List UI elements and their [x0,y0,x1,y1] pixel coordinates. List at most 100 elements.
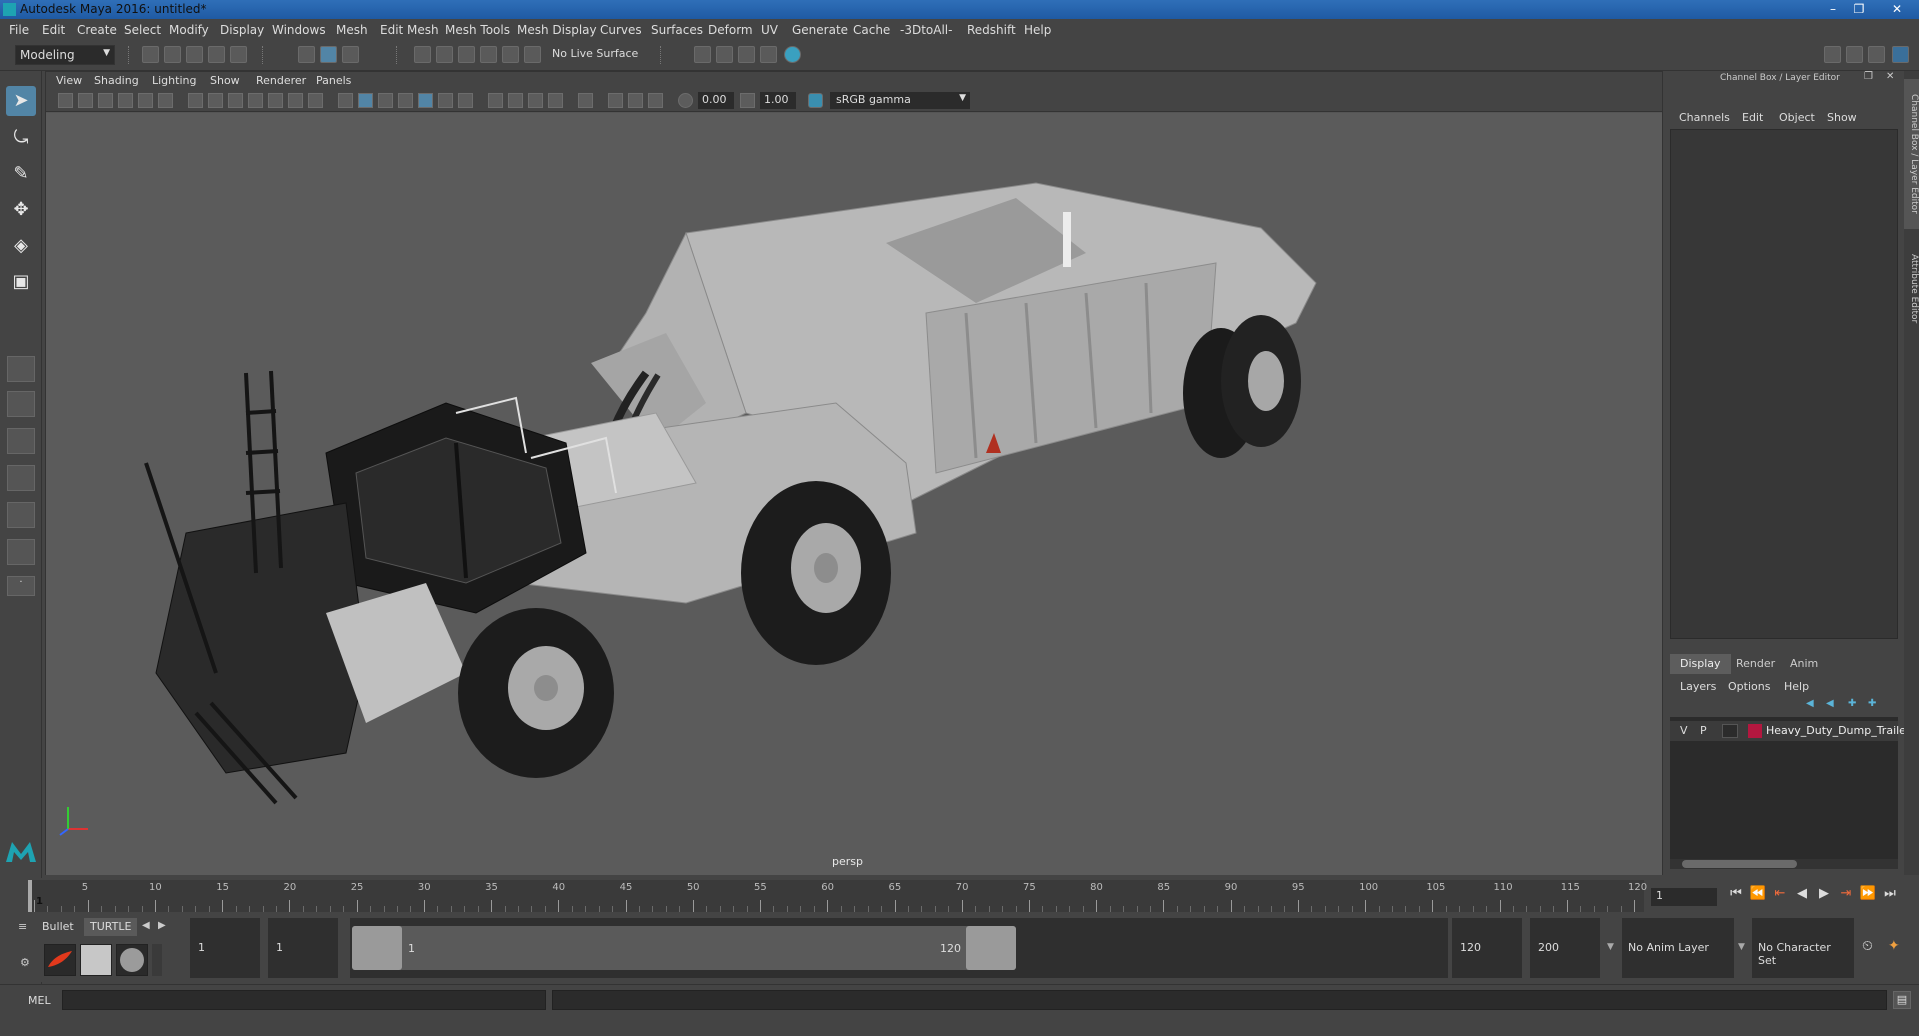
select-object-icon[interactable] [320,46,337,63]
menu-3dtoall[interactable]: -3DtoAll- [900,23,952,37]
wireframe-icon[interactable] [338,93,353,108]
gate-mask-icon[interactable] [248,93,263,108]
select-hierarchy-icon[interactable] [298,46,315,63]
channels-menu[interactable]: Channels [1679,111,1730,124]
menu-curves[interactable]: Curves [600,23,642,37]
step-forward-key-icon[interactable]: ⇥ [1837,886,1855,906]
maximize-button[interactable]: ❐ [1846,0,1872,18]
step-back-key-icon[interactable]: ⇤ [1771,886,1789,906]
gamma-field[interactable]: 1.00 [760,92,796,109]
image-plane-icon[interactable] [118,93,133,108]
select-tool-button[interactable]: ➤ [6,86,36,116]
playback-end-field[interactable]: 120 [1452,918,1522,978]
shelf-scrollbar[interactable] [152,944,162,976]
tab-channel-box-layer-editor[interactable]: Channel Box / Layer Editor [1904,79,1919,229]
shelf-settings-icon[interactable]: ⚙ [20,956,30,969]
channel-box-toggle-icon[interactable] [1892,46,1909,63]
menu-redshift[interactable]: Redshift [967,23,1016,37]
anim-layer-dropdown[interactable]: No Anim Layer [1622,918,1734,978]
outliner-layout-button[interactable] [7,539,35,565]
move-layer-down-icon[interactable]: ◀ [1826,698,1834,709]
modeling-toolkit-icon[interactable] [1824,46,1841,63]
minimize-button[interactable]: – [1820,0,1846,18]
shadows-icon[interactable] [458,93,473,108]
tab-attribute-editor[interactable]: Attribute Editor [1904,239,1919,339]
current-frame-field[interactable]: 1 [1651,888,1717,906]
ipr-render-icon[interactable] [738,46,755,63]
panel-menu-view[interactable]: View [56,74,82,87]
range-start-handle[interactable] [352,926,402,970]
isolate-select-icon[interactable] [578,93,593,108]
layer-playback-toggle[interactable]: P [1700,724,1707,737]
menu-edit[interactable]: Edit [42,23,65,37]
film-gate-icon[interactable] [208,93,223,108]
tool-settings-toggle-icon[interactable] [1868,46,1885,63]
menu-create[interactable]: Create [77,23,117,37]
current-time-marker[interactable] [28,880,32,912]
channel-edit-menu[interactable]: Edit [1742,111,1763,124]
menu-mesh-display[interactable]: Mesh Display [517,23,597,37]
undo-icon[interactable] [208,46,225,63]
float-panel-icon[interactable]: ❐ [1864,71,1873,82]
move-layer-up-icon[interactable]: ◀ [1806,698,1814,709]
panel-menu-lighting[interactable]: Lighting [152,74,196,87]
tab-anim-layers[interactable]: Anim [1780,654,1828,674]
use-all-lights-icon[interactable] [438,93,453,108]
auto-key-icon[interactable]: ⏲ [1862,938,1873,954]
gamma-icon[interactable] [740,93,755,108]
turtle-sphere-icon[interactable] [116,944,148,976]
save-scene-icon[interactable] [186,46,203,63]
snap-view-plane-icon[interactable] [480,46,497,63]
xray-active-icon[interactable] [628,93,643,108]
range-end-handle[interactable] [966,926,1016,970]
playback-start-field[interactable]: 1 [268,918,338,978]
go-to-start-icon[interactable]: ⏮ [1727,886,1745,906]
scale-tool-button[interactable]: ▣ [6,267,36,297]
menu-mesh-tools[interactable]: Mesh Tools [445,23,510,37]
layer-list-scrollbar[interactable] [1670,859,1898,869]
shelf-tab-bullet[interactable]: Bullet [36,918,80,936]
xray-joints-icon[interactable] [608,93,623,108]
select-camera-icon[interactable] [58,93,73,108]
render-current-frame-icon[interactable] [716,46,733,63]
smooth-shade-icon[interactable] [358,93,373,108]
camera-attributes-icon[interactable] [78,93,93,108]
panel-menu-shading[interactable]: Shading [94,74,139,87]
layer-name[interactable]: Heavy_Duty_Dump_Traile [1766,724,1906,737]
safe-title-icon[interactable] [308,93,323,108]
menu-deform[interactable]: Deform [708,23,753,37]
layer-row[interactable]: V P Heavy_Duty_Dump_Traile [1670,721,1906,741]
live-surface-label[interactable]: No Live Surface [552,47,638,60]
render-settings-icon[interactable] [694,46,711,63]
channel-object-menu[interactable]: Object [1779,111,1815,124]
character-set-dropdown[interactable]: No Character Set [1752,918,1854,978]
play-forwards-icon[interactable]: ▶ [1815,886,1833,906]
shelf-menu-icon[interactable]: ≡ [18,920,32,934]
field-chart-icon[interactable] [268,93,283,108]
hypershade-icon[interactable] [784,46,801,63]
command-input-field[interactable] [62,990,546,1010]
safe-action-icon[interactable] [288,93,303,108]
layer-color-swatch[interactable] [1748,724,1762,738]
tab-render-layers[interactable]: Render [1726,654,1785,674]
layer-options-menu[interactable]: Options [1728,680,1770,693]
viewport-canvas[interactable]: persp [46,113,1662,875]
single-perspective-layout-button[interactable] [7,356,35,382]
depth-of-field-icon[interactable] [548,93,563,108]
new-layer-selected-icon[interactable]: ✚ [1868,698,1876,709]
snap-point-icon[interactable] [458,46,475,63]
menuset-dropdown[interactable]: Modeling ▼ [15,45,115,65]
script-language-toggle[interactable]: MEL [28,994,51,1007]
panel-menu-renderer[interactable]: Renderer [256,74,306,87]
select-component-icon[interactable] [342,46,359,63]
redo-icon[interactable] [230,46,247,63]
perspective-graph-layout-button[interactable] [7,465,35,491]
lasso-tool-button[interactable]: ⤿ [6,123,36,153]
play-backwards-icon[interactable]: ◀ [1793,886,1811,906]
screen-space-ao-icon[interactable] [488,93,503,108]
turtle-render-icon[interactable] [44,944,76,976]
menu-surfaces[interactable]: Surfaces [651,23,703,37]
wireframe-on-shaded-icon[interactable] [398,93,413,108]
grease-pencil-icon[interactable] [158,93,173,108]
snap-projected-center-icon[interactable] [524,46,541,63]
